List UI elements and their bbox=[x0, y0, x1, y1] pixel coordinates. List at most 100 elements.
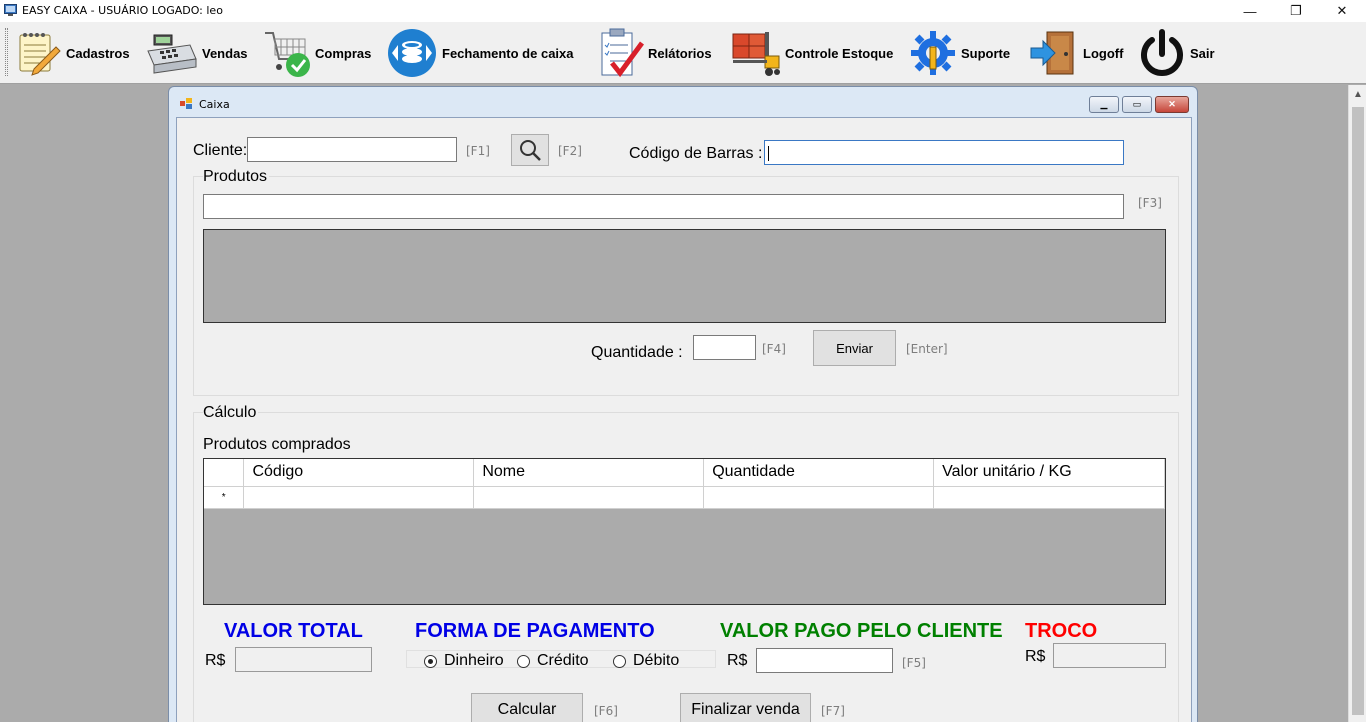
toolbar-suporte-button[interactable]: Suporte bbox=[909, 26, 1010, 80]
toolbar-sair-button[interactable]: Sair bbox=[1138, 26, 1215, 80]
troco-currency: R$ bbox=[1025, 648, 1046, 665]
toolbar-grip[interactable] bbox=[5, 28, 8, 76]
calcular-button[interactable]: Calcular bbox=[471, 693, 583, 722]
troco-label: TROCO bbox=[1025, 620, 1098, 642]
f1-hint: [F1] bbox=[466, 144, 490, 158]
toolbar-logoff-label: Logoff bbox=[1083, 45, 1124, 61]
table-row[interactable]: * bbox=[204, 486, 1165, 509]
caixa-minimize-button[interactable]: ▁ bbox=[1089, 96, 1119, 113]
caixa-maximize-button[interactable]: ▭ bbox=[1122, 96, 1152, 113]
valor-pago-label: VALOR PAGO PELO CLIENTE bbox=[720, 620, 1003, 642]
toolbar-estoque-label: Controle Estoque bbox=[785, 45, 894, 61]
produtos-comprados-grid[interactable]: Código Nome Quantidade Valor unitário / … bbox=[203, 458, 1166, 605]
cliente-label: Cliente: bbox=[193, 142, 248, 159]
app-window-icon bbox=[4, 4, 17, 16]
mdi-vertical-scrollbar[interactable]: ▲ bbox=[1348, 85, 1366, 722]
radio-dinheiro-label: Dinheiro bbox=[444, 652, 504, 669]
coins-arrows-icon bbox=[388, 29, 436, 77]
checklist-icon bbox=[601, 28, 644, 78]
produtos-comprados-label: Produtos comprados bbox=[203, 436, 351, 453]
radio-debito-dot[interactable] bbox=[613, 654, 626, 668]
toolbar-compras-label: Compras bbox=[315, 45, 372, 61]
finalizar-venda-button[interactable]: Finalizar venda bbox=[680, 693, 811, 722]
radio-dinheiro[interactable]: Dinheiro bbox=[424, 652, 504, 670]
column-header-codigo[interactable]: Código bbox=[243, 459, 475, 487]
minimize-button[interactable]: — bbox=[1227, 0, 1273, 22]
valor-total-currency: R$ bbox=[205, 652, 226, 669]
caixa-client-area: Cliente: [F1] [F2] Código de Barras : Pr… bbox=[176, 117, 1192, 722]
cliente-input[interactable] bbox=[247, 137, 457, 162]
toolbar-relatorios-button[interactable]: Relátorios bbox=[596, 26, 712, 80]
new-row-marker: * bbox=[204, 486, 245, 509]
f6-hint: [F6] bbox=[594, 704, 618, 718]
minimize-icon: ▁ bbox=[1100, 99, 1108, 109]
f2-hint: [F2] bbox=[558, 144, 582, 158]
troco-field bbox=[1053, 643, 1166, 668]
toolbar-cadastros-label: Cadastros bbox=[66, 45, 130, 61]
radio-credito-label: Crédito bbox=[537, 652, 589, 669]
forma-pagamento-label: FORMA DE PAGAMENTO bbox=[415, 620, 655, 642]
maximize-icon: ▭ bbox=[1132, 99, 1142, 109]
quantidade-input[interactable] bbox=[693, 335, 756, 360]
valor-pago-input[interactable] bbox=[756, 648, 893, 673]
toolbar-logoff-button[interactable]: Logoff bbox=[1029, 26, 1123, 80]
toolbar-fechamento-label: Fechamento de caixa bbox=[442, 45, 574, 61]
close-icon: ✕ bbox=[1336, 3, 1348, 18]
radio-dinheiro-dot[interactable] bbox=[424, 654, 437, 668]
cell-codigo[interactable] bbox=[243, 486, 475, 509]
caixa-close-button[interactable]: ✕ bbox=[1155, 96, 1189, 113]
enviar-button[interactable]: Enviar bbox=[813, 330, 896, 366]
cell-quantidade[interactable] bbox=[703, 486, 935, 509]
caixa-title-bar[interactable]: Caixa ▁ ▭ ✕ bbox=[169, 87, 1197, 117]
shopping-cart-check-icon bbox=[265, 32, 310, 77]
valor-pago-currency: R$ bbox=[727, 652, 748, 669]
calculo-group-label: Cálculo bbox=[203, 404, 259, 422]
toolbar-relatorios-label: Relátorios bbox=[648, 45, 712, 61]
column-header-valor[interactable]: Valor unitário / KG bbox=[933, 459, 1165, 487]
caixa-caption: Caixa bbox=[199, 98, 230, 111]
codigo-barras-label: Código de Barras : bbox=[629, 145, 763, 162]
toolbar-vendas-label: Vendas bbox=[202, 45, 248, 61]
scroll-thumb[interactable] bbox=[1352, 107, 1364, 715]
forklift-boxes-icon bbox=[732, 32, 780, 76]
produtos-result-grid[interactable] bbox=[203, 229, 1166, 323]
radio-credito[interactable]: Crédito bbox=[517, 652, 589, 670]
radio-credito-dot[interactable] bbox=[517, 654, 530, 668]
valor-total-label: VALOR TOTAL bbox=[224, 620, 363, 642]
produtos-group-label: Produtos bbox=[203, 168, 270, 186]
toolbar-compras-button[interactable]: Compras bbox=[263, 26, 371, 80]
restore-button[interactable]: ❐ bbox=[1273, 0, 1319, 22]
minimize-icon: — bbox=[1243, 3, 1257, 19]
enter-hint: [Enter] bbox=[906, 342, 948, 356]
door-exit-icon bbox=[1030, 31, 1074, 75]
cash-register-icon bbox=[147, 34, 197, 74]
f7-hint: [F7] bbox=[821, 704, 845, 718]
toolbar-fechamento-button[interactable]: Fechamento de caixa bbox=[386, 26, 574, 80]
toolbar-cadastros-button[interactable]: Cadastros bbox=[14, 26, 130, 80]
restore-icon: ❐ bbox=[1290, 3, 1302, 18]
toolbar-suporte-label: Suporte bbox=[961, 45, 1011, 61]
cell-valor[interactable] bbox=[933, 486, 1165, 509]
notepad-pencil-icon bbox=[19, 33, 61, 76]
power-icon bbox=[1141, 29, 1183, 76]
f5-hint: [F5] bbox=[902, 656, 926, 670]
radio-debito-label: Débito bbox=[633, 652, 680, 669]
toolbar-vendas-button[interactable]: Vendas bbox=[146, 26, 248, 80]
row-header-corner bbox=[204, 459, 245, 487]
column-header-quantidade[interactable]: Quantidade bbox=[703, 459, 935, 487]
radio-debito[interactable]: Débito bbox=[613, 652, 679, 670]
main-toolbar: Cadastros Vendas Compras Fechamento de c… bbox=[0, 22, 1366, 84]
table-header-row: Código Nome Quantidade Valor unitário / … bbox=[204, 459, 1165, 487]
scroll-up-arrow-icon[interactable]: ▲ bbox=[1353, 89, 1363, 100]
produto-search-input[interactable] bbox=[203, 194, 1124, 219]
close-icon: ✕ bbox=[1168, 99, 1176, 109]
comprados-table: Código Nome Quantidade Valor unitário / … bbox=[204, 459, 1165, 509]
valor-total-field bbox=[235, 647, 372, 672]
search-client-button[interactable] bbox=[511, 134, 549, 166]
codigo-barras-input[interactable] bbox=[764, 140, 1124, 165]
toolbar-estoque-button[interactable]: Controle Estoque bbox=[729, 26, 893, 80]
column-header-nome[interactable]: Nome bbox=[473, 459, 705, 487]
close-button[interactable]: ✕ bbox=[1319, 0, 1365, 22]
gear-wrench-icon bbox=[911, 31, 955, 75]
cell-nome[interactable] bbox=[473, 486, 705, 509]
